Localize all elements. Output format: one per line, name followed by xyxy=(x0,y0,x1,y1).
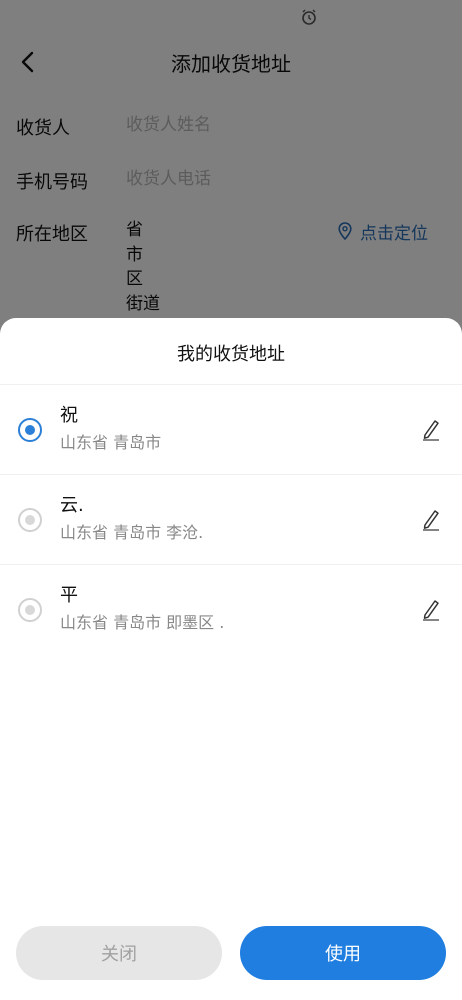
address-name: 祝 xyxy=(60,405,78,426)
sheet-title: 我的收货地址 xyxy=(177,344,285,365)
pencil-icon xyxy=(423,600,439,621)
address-detail: 山东省 青岛市 即墨区 . xyxy=(60,613,225,632)
edit-address-button[interactable] xyxy=(416,595,444,623)
address-list: 祝 山东省 青岛市 云. 山东省 青岛市 李沧. 平 山东省 青岛市 即墨区 . xyxy=(0,384,462,654)
address-name: 云. xyxy=(60,495,84,516)
address-item[interactable]: 云. 山东省 青岛市 李沧. xyxy=(0,474,462,564)
address-name: 平 xyxy=(60,585,78,606)
address-item[interactable]: 祝 山东省 青岛市 xyxy=(0,384,462,474)
address-item[interactable]: 平 山东省 青岛市 即墨区 . xyxy=(0,564,462,654)
address-detail: 山东省 青岛市 xyxy=(60,433,162,452)
address-detail: 山东省 青岛市 李沧. xyxy=(60,523,204,542)
address-radio[interactable] xyxy=(18,598,42,622)
use-button[interactable]: 使用 xyxy=(240,926,446,980)
edit-address-button[interactable] xyxy=(416,415,444,443)
edit-address-button[interactable] xyxy=(416,505,444,533)
pencil-icon xyxy=(423,420,439,441)
address-bottom-sheet: 我的收货地址 祝 山东省 青岛市 云. 山东省 青岛市 李沧. 平 山东省 青岛… xyxy=(0,318,462,1000)
pencil-icon xyxy=(423,510,439,531)
close-button[interactable]: 关闭 xyxy=(16,926,222,980)
address-radio[interactable] xyxy=(18,508,42,532)
address-radio[interactable] xyxy=(18,418,42,442)
